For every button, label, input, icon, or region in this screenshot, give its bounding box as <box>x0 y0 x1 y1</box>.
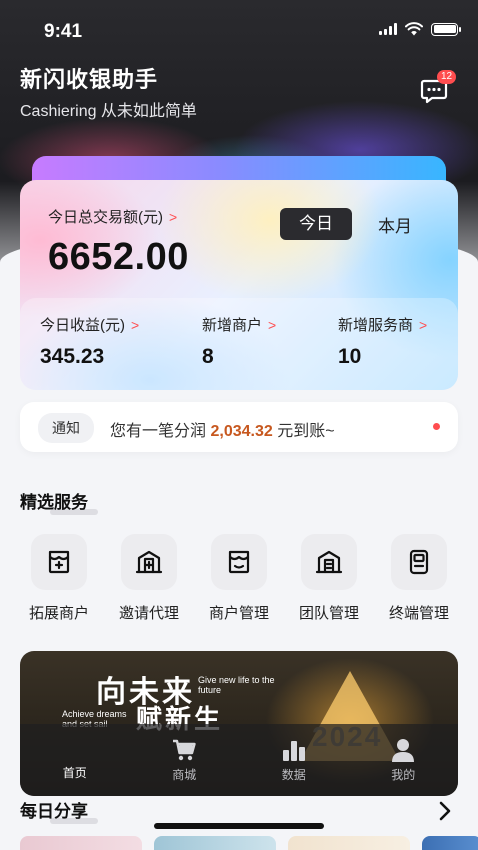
stat-label-text: 新增服务商 <box>338 317 414 334</box>
share-thumbnail[interactable] <box>422 836 478 850</box>
service-merchant-management[interactable]: 商户管理 <box>194 534 284 623</box>
message-badge: 12 <box>437 70 457 84</box>
chevron-right-icon: > <box>131 317 140 333</box>
stat-label-text: 新增商户 <box>202 317 263 334</box>
notice-text-after: 元到账~ <box>277 423 335 440</box>
share-thumbnail[interactable] <box>288 836 410 850</box>
app-title: 新闪收银助手 <box>20 67 159 92</box>
stat-label: 今日收益(元) > <box>40 314 139 335</box>
chevron-right-icon[interactable] <box>438 800 452 822</box>
total-value: 6652.00 <box>48 236 189 278</box>
home-indicator <box>154 823 324 829</box>
service-label: 团队管理 <box>298 605 359 622</box>
daily-share-title: 每日分享 <box>20 797 98 824</box>
tab-label: 数据 <box>281 768 306 782</box>
stat-label: 新增服务商 > <box>338 314 427 335</box>
stat-value: 8 <box>202 345 214 368</box>
service-expand-merchant[interactable]: 拓展商户 <box>14 534 104 623</box>
status-icons <box>379 22 461 36</box>
tab-today[interactable]: 今日 <box>280 208 352 240</box>
chevron-right-icon: > <box>419 317 428 333</box>
pos-terminal-icon <box>391 534 447 590</box>
wifi-icon <box>405 22 423 36</box>
bottom-tabbar: 首页 商城 数据 我的 <box>20 724 458 796</box>
tab-mall[interactable]: 商城 <box>130 724 240 796</box>
tab-month[interactable]: 本月 <box>352 212 438 237</box>
tab-label: 首页 <box>62 766 87 780</box>
stat-label-text: 今日收益(元) <box>40 317 125 334</box>
store-plus-icon <box>31 534 87 590</box>
period-switch: 今日 本月 <box>280 208 438 240</box>
services-title: 精选服务 <box>20 488 98 515</box>
services-title-text: 精选服务 <box>20 493 88 512</box>
stat-new-providers[interactable]: 新增服务商 > 10 <box>338 314 427 369</box>
share-thumbnails <box>20 836 478 850</box>
total-label-text: 今日总交易额(元) <box>48 209 163 226</box>
tab-data[interactable]: 数据 <box>239 724 349 796</box>
tab-mine[interactable]: 我的 <box>349 724 459 796</box>
status-time: 9:41 <box>44 21 83 42</box>
service-label: 邀请代理 <box>118 605 179 622</box>
building-team-icon <box>301 534 357 590</box>
notice-amount: 2,034.32 <box>210 423 273 440</box>
service-label: 拓展商户 <box>28 605 89 622</box>
user-icon <box>392 739 415 762</box>
building-plus-icon <box>121 534 177 590</box>
tab-home[interactable]: 首页 <box>20 724 130 796</box>
service-team-management[interactable]: 团队管理 <box>284 534 374 623</box>
total-label[interactable]: 今日总交易额(元) > <box>48 206 177 227</box>
notice-text: 您有一笔分润 2,034.32 元到账~ <box>110 417 335 441</box>
services-grid: 拓展商户 邀请代理 商户管理 团队管理 终端管理 <box>14 534 464 623</box>
share-thumbnail[interactable] <box>154 836 276 850</box>
chevron-right-icon: > <box>268 317 277 333</box>
bar-chart-icon <box>282 741 305 761</box>
daily-share-title-text: 每日分享 <box>20 802 88 821</box>
service-terminal-management[interactable]: 终端管理 <box>374 534 464 623</box>
battery-icon <box>431 22 461 36</box>
stat-value: 345.23 <box>40 345 105 368</box>
service-invite-agent[interactable]: 邀请代理 <box>104 534 194 623</box>
store-face-icon <box>211 534 267 590</box>
share-thumbnail[interactable] <box>20 836 142 850</box>
tab-label: 我的 <box>391 768 416 782</box>
cart-icon <box>173 739 196 761</box>
app-subtitle: Cashiering 从未如此简单 <box>20 103 197 120</box>
notice-text-before: 您有一笔分润 <box>110 423 207 440</box>
tab-label: 商城 <box>172 768 197 782</box>
stat-value: 10 <box>338 345 362 368</box>
status-bar: 9:41 <box>0 0 478 56</box>
stat-new-merchants[interactable]: 新增商户 > 8 <box>202 314 276 369</box>
signal-icon <box>379 23 397 35</box>
banner-en-line1: Give new life to the future <box>198 675 275 695</box>
chevron-right-icon: > <box>169 209 178 225</box>
summary-card: 今日总交易额(元) > 6652.00 今日 本月 今日收益(元) > 345.23… <box>20 180 458 390</box>
unread-dot <box>433 423 440 430</box>
stat-label: 新增商户 > <box>202 314 276 335</box>
stat-income[interactable]: 今日收益(元) > 345.23 <box>40 314 139 369</box>
service-label: 终端管理 <box>388 605 449 622</box>
notice-bar[interactable]: 通知 您有一笔分润 2,034.32 元到账~ <box>20 402 458 452</box>
notice-tag: 通知 <box>38 413 94 443</box>
service-label: 商户管理 <box>208 605 269 622</box>
